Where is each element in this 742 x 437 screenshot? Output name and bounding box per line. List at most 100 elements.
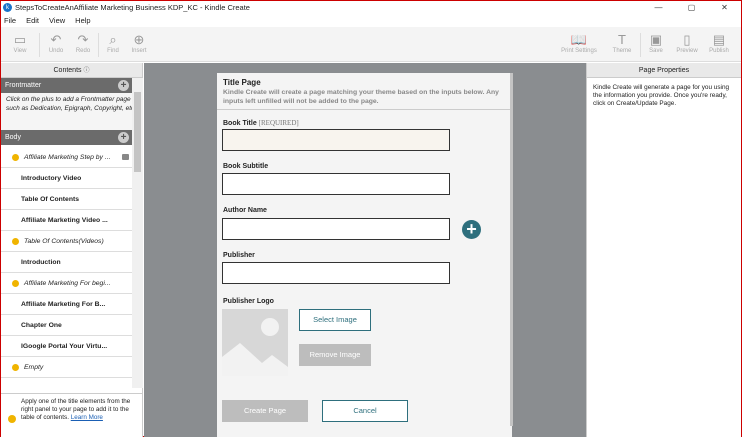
list-item-label: Introduction — [21, 258, 61, 266]
body-section[interactable]: Body + — [1, 130, 142, 145]
undo-icon: ↶ — [50, 32, 62, 47]
list-item[interactable]: Table Of Contents(Videos) — [1, 231, 132, 252]
theme-button[interactable]: T Theme — [608, 32, 636, 54]
cancel-button[interactable]: Cancel — [322, 400, 408, 422]
view-button[interactable]: ▭ View — [6, 32, 34, 54]
book-title-label: Book Title [REQUIRED] — [223, 119, 299, 127]
list-item[interactable]: Introductory Video — [1, 168, 132, 189]
publish-icon: ▤ — [712, 32, 726, 47]
frontmatter-help: Click on the plus to add a Frontmatter p… — [1, 93, 142, 130]
page-properties-header: Page Properties — [587, 63, 741, 78]
window-controls: — ▢ ✕ — [642, 1, 741, 13]
toolbar-divider — [39, 33, 40, 57]
search-icon: ⌕ — [109, 32, 117, 47]
toc-tip: Apply one of the title elements from the… — [1, 393, 142, 437]
list-item[interactable]: Affiliate Marketing Step by ... — [1, 147, 132, 168]
window-title: StepsToCreateAnAffiliate Marketing Busin… — [15, 3, 250, 12]
toolbar: ▭ View ↶ Undo ↷ Redo ⌕ Find ⊕ Insert 📖 Print S… — [1, 27, 741, 62]
book-subtitle-field[interactable] — [222, 173, 450, 195]
list-item[interactable]: IGoogle Portal Your Virtu... — [1, 336, 132, 357]
menu-file[interactable]: File — [4, 16, 16, 25]
undo-button[interactable]: ↶ Undo — [42, 32, 70, 54]
remove-image-button[interactable]: Remove Image — [299, 344, 371, 366]
theme-icon: T — [618, 32, 626, 47]
redo-button[interactable]: ↷ Redo — [69, 32, 97, 54]
list-item-label: Let's Talk a Little About Key... — [24, 385, 112, 386]
author-name-label: Author Name — [223, 207, 267, 214]
list-item-label: Affiliate Marketing Step by ... — [24, 153, 111, 161]
list-item-label: Table Of Contents — [21, 195, 80, 203]
title-page-form: Title Page Kindle Create will create a p… — [217, 73, 512, 437]
required-tag: [REQUIRED] — [258, 119, 299, 127]
list-item[interactable]: Affiliate Marketing For begi... — [1, 273, 132, 294]
image-placeholder-icon — [222, 309, 288, 376]
list-item-label: Introductory Video — [21, 174, 82, 182]
preview-button[interactable]: ▯ Preview — [673, 32, 701, 54]
list-item[interactable]: Chapter One — [1, 315, 132, 336]
frontmatter-section[interactable]: Frontmatter + — [1, 78, 142, 93]
author-name-field[interactable] — [222, 218, 450, 240]
close-icon[interactable]: ✕ — [708, 1, 741, 13]
page-scrollbar[interactable] — [510, 73, 513, 426]
maximize-icon[interactable]: ▢ — [675, 1, 708, 13]
list-item-label: Empty — [24, 363, 44, 371]
publisher-field[interactable] — [222, 262, 450, 284]
save-icon: ▣ — [649, 32, 663, 47]
toolbar-divider — [640, 33, 641, 57]
title-bar: k StepsToCreateAnAffiliate Marketing Bus… — [1, 1, 741, 14]
list-item[interactable]: Affiliate Marketing For B... — [1, 294, 132, 315]
select-image-button[interactable]: Select Image — [299, 309, 371, 331]
list-item[interactable]: Table Of Contents — [1, 189, 132, 210]
list-item-label: Affiliate Marketing Video ... — [21, 216, 108, 224]
add-frontmatter-icon[interactable]: + — [118, 80, 129, 91]
add-author-icon[interactable]: + — [462, 220, 481, 239]
list-item[interactable]: Empty — [1, 357, 132, 378]
view-icon: ▭ — [13, 32, 27, 47]
list-item-label: Affiliate Marketing For begi... — [24, 279, 111, 287]
title-element-dot-icon — [12, 384, 19, 385]
menu-help[interactable]: Help — [75, 16, 90, 25]
publish-button[interactable]: ▤ Publish — [705, 32, 733, 54]
contents-panel: Contents ⓘ Frontmatter + Click on the plu… — [1, 63, 143, 437]
page-badge-icon — [122, 154, 129, 160]
title-element-dot-icon — [12, 153, 19, 161]
print-settings-button[interactable]: 📖 Print Settings — [557, 32, 601, 54]
publisher-logo-label: Publisher Logo — [223, 298, 274, 305]
list-item[interactable]: Let's Talk a Little About Key... — [1, 378, 132, 385]
list-item-label: Table Of Contents(Videos) — [24, 237, 104, 245]
book-icon: 📖 — [570, 32, 588, 47]
workspace: Title Page Kindle Create will create a p… — [144, 63, 586, 437]
find-button[interactable]: ⌕ Find — [99, 32, 127, 54]
page-properties-description: Kindle Create will generate a page for y… — [593, 84, 730, 107]
book-subtitle-label: Book Subtitle — [223, 163, 269, 170]
page-title: Title Page — [223, 78, 261, 87]
contents-header: Contents ⓘ — [1, 63, 142, 78]
contents-list: Affiliate Marketing Step by ... Introduct… — [1, 147, 132, 385]
title-element-dot-icon — [12, 237, 19, 245]
title-element-dot-icon — [12, 279, 19, 287]
list-item-label: Affiliate Marketing For B... — [21, 300, 106, 308]
contents-scrollbar[interactable] — [132, 78, 143, 388]
page-properties-panel: Page Properties Kindle Create will gener… — [586, 63, 741, 437]
redo-icon: ↷ — [77, 32, 89, 47]
kindle-create-logo-icon: k — [3, 3, 12, 12]
book-title-field[interactable] — [222, 129, 450, 151]
minimize-icon[interactable]: — — [642, 1, 675, 13]
list-item[interactable]: Affiliate Marketing Video ... — [1, 210, 132, 231]
page-description: Kindle Create will create a page matchin… — [217, 89, 512, 110]
learn-more-link[interactable]: Learn More — [71, 414, 103, 421]
plus-circle-icon: ⊕ — [133, 32, 145, 47]
tablet-icon: ▯ — [683, 32, 691, 47]
create-page-button[interactable]: Create Page — [222, 400, 308, 422]
title-element-dot-icon — [12, 363, 19, 371]
info-icon[interactable]: ⓘ — [83, 68, 89, 74]
add-body-icon[interactable]: + — [118, 132, 129, 143]
insert-button[interactable]: ⊕ Insert — [125, 32, 153, 54]
publisher-label: Publisher — [223, 252, 255, 259]
scrollbar-thumb[interactable] — [134, 92, 141, 172]
menu-edit[interactable]: Edit — [26, 16, 39, 25]
menu-bar: File Edit View Help — [1, 14, 741, 26]
list-item[interactable]: Introduction — [1, 252, 132, 273]
menu-view[interactable]: View — [49, 16, 65, 25]
save-button[interactable]: ▣ Save — [642, 32, 670, 54]
